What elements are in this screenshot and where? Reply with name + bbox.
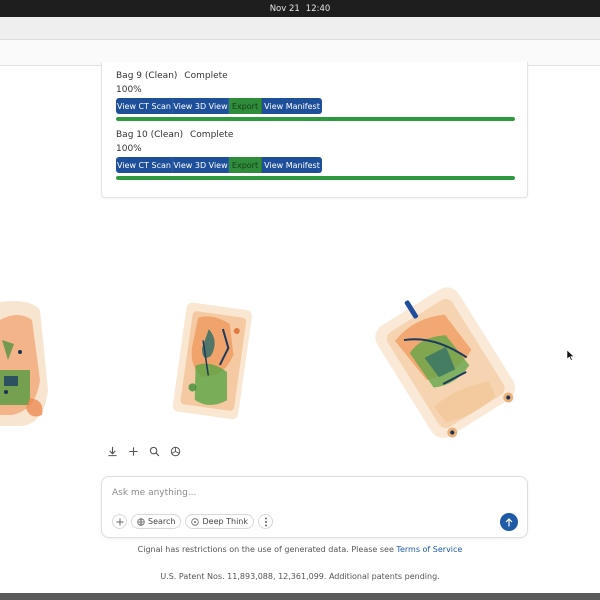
send-button[interactable]: [500, 513, 518, 531]
plus-icon[interactable]: [127, 445, 139, 457]
globe-icon: [137, 517, 145, 526]
usage-disclaimer: Cignal has restrictions on the use of ge…: [0, 545, 600, 554]
bag-name: Bag 9 (Clean): [116, 71, 178, 81]
disclaimer-text: Cignal has restrictions on the use of ge…: [137, 545, 394, 554]
bag-progress-text: 100%: [116, 144, 142, 154]
bag-action-buttons: View CT Scan View 3D View Export View Ma…: [116, 98, 322, 114]
bag-status: Complete: [184, 71, 228, 81]
composer-tools: Search Deep Think: [112, 514, 273, 529]
bag-progress-fill: [116, 176, 515, 180]
deep-think-toggle-button[interactable]: Deep Think: [185, 514, 254, 529]
view-ct-scan-button[interactable]: View CT Scan: [116, 98, 173, 114]
ct-scan-images: [0, 280, 522, 446]
bag-item: Bag 9 (Clean) Complete 100% View CT Scan…: [116, 70, 516, 121]
zoom-icon[interactable]: [148, 445, 160, 457]
download-icon[interactable]: [106, 445, 118, 457]
system-date: Nov 21: [269, 3, 300, 14]
atom-icon: [191, 517, 200, 526]
more-options-button[interactable]: [258, 514, 273, 529]
more-vertical-icon: [264, 517, 267, 526]
ct-scan-image-right[interactable]: [366, 280, 522, 446]
view-3d-view-button[interactable]: View 3D View: [173, 98, 229, 114]
ct-scan-image-middle[interactable]: [172, 302, 253, 420]
export-button[interactable]: Export: [229, 98, 262, 114]
ct-scan-image-left[interactable]: [0, 301, 48, 426]
bag-status: Complete: [190, 130, 234, 140]
bag-title: Bag 9 (Clean) Complete: [116, 70, 516, 82]
terms-of-service-link[interactable]: Terms of Service: [396, 545, 462, 554]
image-toolbar: [106, 445, 181, 457]
bottom-window-edge: [0, 593, 600, 600]
arrow-up-icon: [505, 517, 513, 526]
system-clock: 12:40: [305, 3, 331, 14]
ct-scan-gallery: [0, 280, 600, 450]
bag-title: Bag 10 (Clean) Complete: [116, 129, 516, 141]
bag-progress-text: 100%: [116, 85, 142, 95]
search-toggle-label: Search: [148, 517, 176, 526]
patent-notice: U.S. Patent Nos. 11,893,088, 12,361,099.…: [160, 572, 440, 581]
bag-progress-bar: [116, 176, 515, 180]
view-manifest-button[interactable]: View Manifest: [262, 157, 322, 173]
view-3d-view-button[interactable]: View 3D View: [173, 157, 229, 173]
3d-view-icon[interactable]: [169, 445, 181, 457]
bag-item: Bag 10 (Clean) Complete 100% View CT Sca…: [116, 129, 516, 180]
search-toggle-button[interactable]: Search: [131, 514, 182, 529]
view-manifest-button[interactable]: View Manifest: [262, 98, 322, 114]
view-ct-scan-button[interactable]: View CT Scan: [116, 157, 173, 173]
chat-composer: Search Deep Think: [101, 476, 528, 538]
bag-action-buttons: View CT Scan View 3D View Export View Ma…: [116, 157, 322, 173]
bag-name: Bag 10 (Clean): [116, 130, 184, 140]
attach-button[interactable]: [112, 514, 127, 529]
bag-status-card: Bag 9 (Clean) Complete 100% View CT Scan…: [101, 62, 528, 198]
system-top-bar: Nov 21 12:40: [0, 0, 600, 17]
export-button[interactable]: Export: [229, 157, 262, 173]
chat-input[interactable]: [112, 486, 492, 500]
deep-think-toggle-label: Deep Think: [202, 517, 248, 526]
plus-icon: [116, 518, 123, 525]
bag-progress-fill: [116, 117, 515, 121]
bag-progress-bar: [116, 117, 515, 121]
browser-toolbar: [0, 17, 600, 40]
